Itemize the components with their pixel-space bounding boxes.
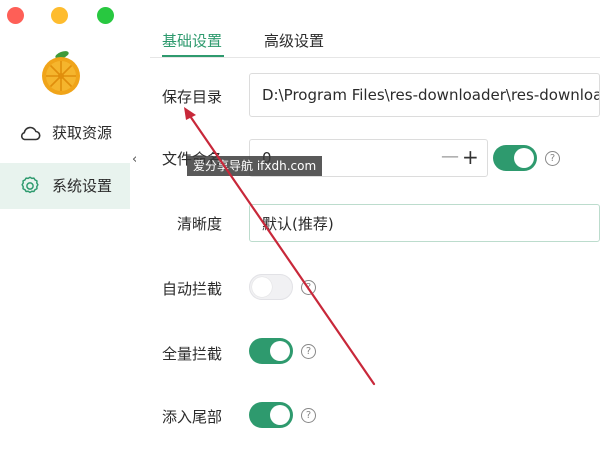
append-tail-toggle[interactable] [249,402,293,428]
help-icon[interactable]: ? [301,344,316,359]
stepper-minus-button[interactable]: — [441,147,459,167]
toggle-knob [514,148,534,168]
tab-advanced-settings[interactable]: 高级设置 [264,30,324,51]
append-tail-label: 添入尾部 [162,408,223,426]
sidebar-item-fetch-resources[interactable]: 获取资源 [0,110,130,156]
window-maximize-button[interactable] [97,7,114,24]
help-icon[interactable]: ? [301,408,316,423]
window-close-button[interactable] [7,7,24,24]
quality-label: 清晰度 [177,215,223,233]
tab-divider [150,57,600,58]
auto-intercept-label: 自动拦截 [162,280,223,298]
gear-icon [21,176,39,194]
help-icon[interactable]: ? [545,151,560,166]
toggle-knob [270,405,290,425]
cloud-icon [20,126,41,141]
full-intercept-toggle[interactable] [249,338,293,364]
sidebar-item-label: 获取资源 [52,124,113,142]
sidebar-item-label: 系统设置 [52,177,113,195]
sidebar-item-system-settings[interactable]: 系统设置 [0,163,130,209]
watermark-overlay: 爱分享导航 ifxdh.com [187,156,323,176]
orange-logo-icon [42,51,80,95]
stepper-plus-button[interactable]: + [462,147,479,167]
sidebar-collapse-button[interactable]: ‹ [132,152,137,167]
full-intercept-label: 全量拦截 [162,345,223,363]
save-dir-input[interactable]: D:\Program Files\res-downloader\res-down… [249,73,600,117]
toggle-knob [270,341,290,361]
file-naming-toggle[interactable] [493,145,537,171]
save-dir-label: 保存目录 [162,88,223,106]
sidebar: 获取资源 系统设置 [0,0,130,451]
tab-basic-settings[interactable]: 基础设置 [162,30,222,51]
help-icon[interactable]: ? [301,280,316,295]
toggle-knob [252,277,272,297]
window-minimize-button[interactable] [51,7,68,24]
auto-intercept-toggle[interactable] [249,274,293,300]
quality-select[interactable]: 默认(推荐) [249,204,600,242]
